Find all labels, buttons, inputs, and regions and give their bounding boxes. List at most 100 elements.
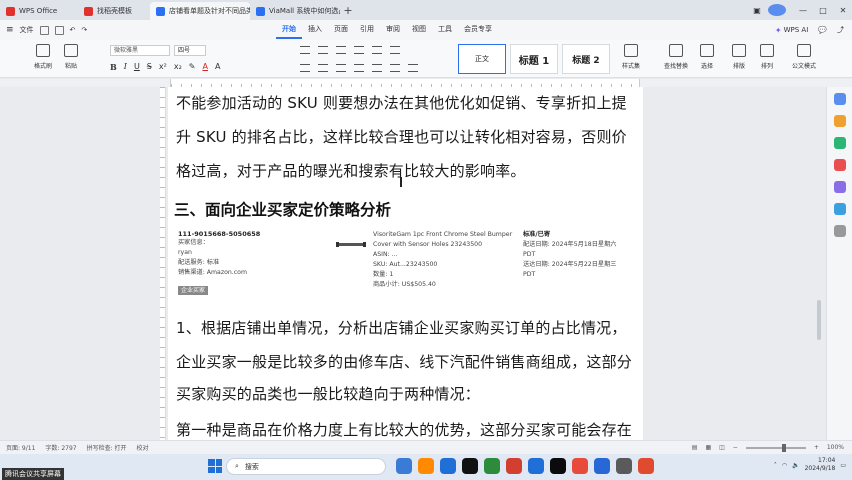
clock[interactable]: 17:04 2024/9/18 <box>805 457 836 473</box>
media-icon[interactable] <box>572 458 588 474</box>
minimize-icon[interactable]: — <box>794 6 812 15</box>
properties-icon[interactable] <box>833 115 846 127</box>
zoom-level[interactable]: 100% <box>827 444 844 451</box>
tab-wps-office[interactable]: WPS Office <box>0 2 78 20</box>
more-icon[interactable] <box>833 225 846 237</box>
style-set-button[interactable]: 样式集 <box>622 44 640 70</box>
underline-icon[interactable]: U <box>134 62 140 72</box>
menu-tab-reference[interactable]: 引用 <box>354 21 380 39</box>
select-button[interactable]: 选择 <box>700 44 714 70</box>
recorder-icon[interactable] <box>638 458 654 474</box>
style-normal[interactable]: 正文 <box>458 44 506 74</box>
browser-icon[interactable] <box>528 458 544 474</box>
indent-icon[interactable] <box>354 46 364 54</box>
avatar[interactable] <box>768 4 786 16</box>
superscript-icon[interactable]: x² <box>159 62 167 72</box>
redo-icon[interactable]: ↷ <box>81 26 87 34</box>
tools-icon[interactable] <box>833 137 846 149</box>
page-indicator[interactable]: 页面: 9/11 <box>6 443 35 452</box>
settings-icon[interactable] <box>616 458 632 474</box>
arrange-button[interactable]: 排列 <box>760 44 774 70</box>
print-icon[interactable] <box>54 25 64 35</box>
menu-tab-review[interactable]: 审阅 <box>380 21 406 39</box>
hamburger-icon[interactable]: ≡ <box>6 25 14 35</box>
outdent-icon[interactable] <box>336 46 346 54</box>
zoom-in-icon[interactable]: + <box>814 444 819 451</box>
shading-icon[interactable] <box>390 64 400 72</box>
highlight-icon[interactable]: ✎ <box>189 62 196 72</box>
menu-tab-tools[interactable]: 工具 <box>432 21 458 39</box>
task-view-icon[interactable] <box>396 458 412 474</box>
tab-template[interactable]: 找稻壳模板 <box>78 2 150 20</box>
maximize-icon[interactable]: □ <box>814 6 832 15</box>
zoom-out-icon[interactable]: − <box>733 444 738 451</box>
layout-button[interactable]: 排版 <box>732 44 746 70</box>
tiktok-icon[interactable] <box>462 458 478 474</box>
italic-icon[interactable]: I <box>124 62 127 72</box>
ai-assistant-icon[interactable] <box>833 93 846 105</box>
font-name-select[interactable]: 微软雅黑 <box>110 45 170 56</box>
menu-tab-insert[interactable]: 插入 <box>302 21 328 39</box>
read-mode-icon[interactable]: ▤ <box>692 444 698 451</box>
network-icon[interactable]: ◠ <box>782 462 787 469</box>
style-heading-2[interactable]: 标题 2 <box>562 44 610 74</box>
translate-icon[interactable] <box>833 159 846 171</box>
word-count[interactable]: 字数: 2797 <box>45 443 76 452</box>
font-color-icon[interactable]: A <box>202 62 207 72</box>
show-marks-icon[interactable] <box>390 46 400 54</box>
layout-icon[interactable]: ▣ <box>748 6 766 15</box>
bold-icon[interactable]: B <box>110 62 117 72</box>
format-painter-button[interactable]: 格式刷 <box>34 44 52 70</box>
proofread[interactable]: 校对 <box>137 443 149 452</box>
text-effect-icon[interactable]: A <box>215 62 220 72</box>
justify-icon[interactable] <box>354 64 364 72</box>
save-icon[interactable] <box>39 25 49 35</box>
document-page[interactable]: 不能参加活动的 SKU 则要想办法在其他优化如促销、专享折扣上提 升 SKU 的… <box>168 87 643 440</box>
align-center-icon[interactable] <box>318 64 328 72</box>
file-explorer-icon[interactable] <box>418 458 434 474</box>
style-heading-1[interactable]: 标题 1 <box>510 44 558 74</box>
bullet-list-icon[interactable] <box>300 46 310 54</box>
menu-tab-page[interactable]: 页面 <box>328 21 354 39</box>
align-left-icon[interactable] <box>300 64 310 72</box>
edge-browser-icon[interactable] <box>440 458 456 474</box>
wechat-icon[interactable] <box>484 458 500 474</box>
menu-tab-member[interactable]: 会员专享 <box>458 21 498 39</box>
wps-taskbar-icon[interactable] <box>506 458 522 474</box>
windows-start-icon[interactable] <box>208 459 222 473</box>
zoom-slider[interactable] <box>745 443 806 452</box>
paste-button[interactable]: 粘贴 <box>64 44 78 70</box>
file-menu[interactable]: 文件 <box>20 25 34 35</box>
sort-icon[interactable] <box>372 46 382 54</box>
notification-icon[interactable]: ▭ <box>840 462 846 469</box>
undo-icon[interactable]: ↶ <box>70 26 76 34</box>
page-view-icon[interactable]: ▦ <box>705 444 711 451</box>
taskbar-search[interactable]: ⌕ 搜索 <box>226 458 386 475</box>
cloud-icon[interactable] <box>833 203 846 215</box>
font-size-select[interactable]: 四号 <box>174 45 206 56</box>
menu-tab-home[interactable]: 开始 <box>276 21 302 39</box>
border-icon[interactable] <box>408 64 418 72</box>
web-view-icon[interactable]: ◫ <box>719 444 725 451</box>
strikethrough-icon[interactable]: S̶ <box>147 62 152 72</box>
tab-document[interactable]: ViaMall 系统中如何选品.docx <box>250 2 340 20</box>
subscript-icon[interactable]: x₂ <box>174 62 182 72</box>
number-list-icon[interactable] <box>318 46 328 54</box>
vertical-scrollbar[interactable] <box>817 300 821 340</box>
close-window-icon[interactable]: ✕ <box>834 6 852 15</box>
line-spacing-icon[interactable] <box>372 64 382 72</box>
tab-document-active[interactable]: 店铺看单题及针对不同品类 ✕ <box>150 2 250 20</box>
menu-tab-view[interactable]: 视图 <box>406 21 432 39</box>
wps-ai-button[interactable]: ✦ WPS AI <box>775 26 808 35</box>
find-replace-button[interactable]: 查找替换 <box>664 44 688 70</box>
chevron-up-icon[interactable]: ˄ <box>774 462 777 469</box>
spell-check[interactable]: 拼写检查: 打开 <box>87 443 127 452</box>
meeting-icon[interactable] <box>594 458 610 474</box>
add-tab-icon[interactable]: + <box>340 4 356 17</box>
align-right-icon[interactable] <box>336 64 346 72</box>
app-icon[interactable] <box>550 458 566 474</box>
official-mode-button[interactable]: 公文模式 <box>792 44 816 70</box>
templates-icon[interactable] <box>833 181 846 193</box>
share-icon[interactable]: ⤴ <box>837 25 844 35</box>
volume-icon[interactable]: 🔈 <box>792 462 799 469</box>
